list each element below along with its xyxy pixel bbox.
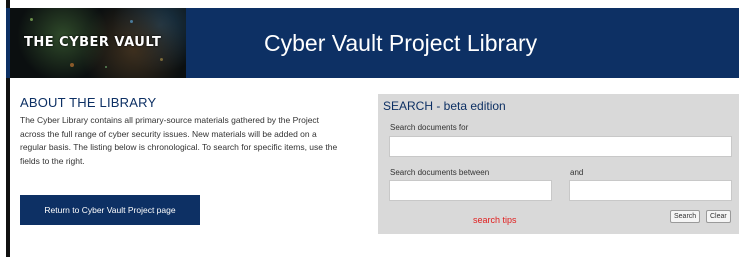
and-label: and [570, 168, 584, 177]
about-line: fields to the right. [20, 155, 85, 166]
about-line: The Cyber Library contains all primary-s… [20, 115, 320, 125]
search-tips-link[interactable]: search tips [473, 215, 517, 225]
about-heading: ABOUT THE LIBRARY [20, 95, 157, 110]
logo-speck [70, 63, 74, 67]
search-documents-input[interactable] [389, 136, 732, 157]
page-title: Cyber Vault Project Library [264, 30, 538, 56]
search-panel: SEARCH - beta edition Search documents f… [378, 94, 739, 234]
logo-speck [105, 66, 107, 68]
about-line: regular basis. The listing below is chro… [20, 142, 338, 152]
logo-text: THE CYBER VAULT [24, 35, 162, 50]
about-section: ABOUT THE LIBRARY The Cyber Library cont… [20, 95, 370, 168]
clear-button[interactable]: Clear [706, 210, 731, 223]
date-from-input[interactable] [389, 180, 552, 201]
logo-speck [130, 20, 133, 23]
cyber-vault-logo[interactable]: THE CYBER VAULT [10, 8, 186, 78]
search-documents-for-label: Search documents for [390, 123, 469, 132]
search-between-label: Search documents between [390, 168, 490, 177]
page-header: THE CYBER VAULT Cyber Vault Project Libr… [6, 8, 739, 78]
about-line: across the full range of cyber security … [20, 128, 317, 139]
logo-speck [30, 18, 33, 21]
logo-speck [160, 58, 163, 61]
search-title: SEARCH - beta edition [383, 99, 506, 113]
about-description: The Cyber Library contains all primary-s… [20, 114, 372, 168]
return-to-project-button[interactable]: Return to Cyber Vault Project page [20, 195, 200, 225]
date-to-input[interactable] [569, 180, 732, 201]
search-button[interactable]: Search [670, 210, 701, 223]
